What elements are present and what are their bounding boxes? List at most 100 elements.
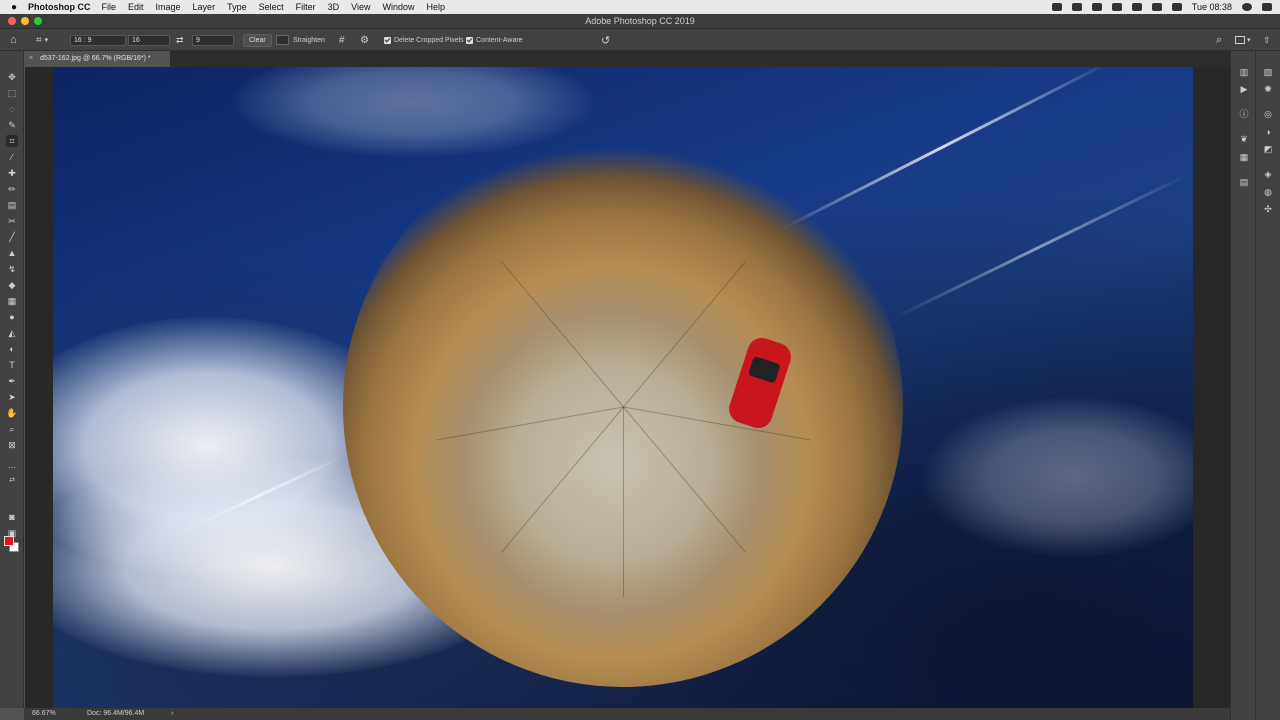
path-selection-tool-icon[interactable]: ➤: [6, 391, 18, 403]
time-machine-icon[interactable]: [1111, 3, 1122, 11]
menubar-clock[interactable]: Tue 08:38: [1192, 2, 1232, 12]
hand-tool-icon[interactable]: ✋: [6, 407, 18, 419]
foreground-color-swatch[interactable]: [4, 536, 14, 546]
paving-line: [623, 261, 747, 408]
close-tab-icon[interactable]: ×: [29, 51, 33, 67]
battery-icon[interactable]: [1171, 3, 1182, 11]
stamp-tool-icon[interactable]: ▲: [6, 247, 18, 259]
history-panel-icon[interactable]: ▥: [1239, 67, 1249, 77]
swap-ratio-button[interactable]: ⇄: [176, 33, 184, 47]
options-bar: ⌂ ⌗ ▾ 16 : 9 16 ⇄ 9 Clear Straighten # ⚙…: [0, 29, 1280, 51]
menu-app-name[interactable]: Photoshop CC: [28, 2, 91, 12]
quick-selection-tool-icon[interactable]: ✎: [6, 119, 18, 131]
smudge-tool-icon[interactable]: ↯: [6, 263, 18, 275]
more-tools-icon[interactable]: …: [6, 459, 18, 471]
type-tool-icon[interactable]: T: [6, 359, 18, 371]
reset-crop-button[interactable]: ↺: [601, 33, 610, 47]
menu-3d[interactable]: 3D: [328, 2, 340, 12]
channels-panel-icon[interactable]: ◍: [1263, 187, 1273, 197]
menu-window[interactable]: Window: [382, 2, 414, 12]
share-button[interactable]: ⇧: [1263, 33, 1271, 47]
menu-help[interactable]: Help: [426, 2, 445, 12]
undo-icon: ↺: [601, 34, 611, 47]
menu-image[interactable]: Image: [156, 2, 181, 12]
info-panel-icon[interactable]: ⓘ: [1239, 109, 1249, 119]
close-window-button[interactable]: [8, 17, 16, 25]
eraser-tool-icon[interactable]: ╱: [6, 231, 18, 243]
move-tool-icon[interactable]: ✥: [6, 71, 18, 83]
menu-type[interactable]: Type: [227, 2, 247, 12]
content-aware-checkbox[interactable]: Content-Aware: [466, 33, 523, 47]
volume-icon[interactable]: [1131, 3, 1142, 11]
gradient-tool-icon[interactable]: ▦: [6, 295, 18, 307]
layers-panel-icon[interactable]: ◈: [1263, 169, 1273, 179]
straighten-button[interactable]: Straighten: [276, 33, 325, 47]
menu-select[interactable]: Select: [259, 2, 284, 12]
menu-layer[interactable]: Layer: [193, 2, 216, 12]
canvas-area[interactable]: [25, 67, 1230, 708]
clone-stamp-tool-icon[interactable]: ▤: [6, 199, 18, 211]
ratio-select[interactable]: 16 : 9: [70, 34, 126, 46]
paving-line: [623, 406, 747, 553]
home-button[interactable]: ⌂: [10, 33, 17, 47]
contrail: [772, 67, 1113, 235]
menu-view[interactable]: View: [351, 2, 370, 12]
frame-tool-icon[interactable]: ⊠: [6, 439, 18, 451]
paths-panel-icon[interactable]: ✣: [1263, 204, 1273, 214]
swatches-panel-icon[interactable]: ▦: [1239, 152, 1249, 162]
overlay-options-button[interactable]: #: [339, 33, 345, 47]
history-brush-tool-icon[interactable]: ✂: [6, 215, 18, 227]
document-tab-bar: × d537-162.jpg @ 66.7% (RGB/16*) *: [24, 51, 1230, 67]
brush-tool-icon[interactable]: ✏: [6, 183, 18, 195]
eraser-icon[interactable]: ◆: [6, 279, 18, 291]
menu-file[interactable]: File: [102, 2, 117, 12]
minimize-window-button[interactable]: [21, 17, 29, 25]
adjustments-panel-icon[interactable]: ✺: [1263, 84, 1273, 94]
document-tab[interactable]: × d537-162.jpg @ 66.7% (RGB/16*) *: [24, 51, 170, 67]
pen-path-tool-icon[interactable]: ✒: [6, 375, 18, 387]
paving-line: [623, 407, 624, 597]
tools-panel: ✥ ⬚ ◌ ✎ ⌗ ⁄ ✚ ✏ ▤ ✂ ╱ ▲ ↯ ◆ ▦ ● ◭ ◐ T ✒ …: [0, 51, 24, 708]
pen-tool-icon[interactable]: ◐: [6, 343, 18, 355]
libraries-panel-icon[interactable]: ◎: [1263, 109, 1273, 119]
siri-icon[interactable]: [1242, 3, 1252, 11]
healing-brush-tool-icon[interactable]: ✚: [6, 167, 18, 179]
color-panel-icon[interactable]: ▨: [1263, 67, 1273, 77]
marquee-tool-icon[interactable]: ⬚: [6, 87, 18, 99]
ratio-height-input[interactable]: 9: [192, 34, 234, 46]
actions-panel-icon[interactable]: ▶: [1239, 84, 1249, 94]
search-button[interactable]: ⌕: [1216, 33, 1222, 47]
delete-cropped-checkbox[interactable]: Delete Cropped Pixels: [384, 33, 464, 47]
crop-preset-picker[interactable]: ⌗ ▾: [36, 33, 48, 47]
dropbox-icon[interactable]: [1051, 3, 1062, 11]
clear-button[interactable]: Clear: [243, 33, 272, 47]
blur-tool-icon[interactable]: ●: [6, 311, 18, 323]
quick-mask-icon[interactable]: ◙: [6, 511, 18, 523]
zoom-level[interactable]: 66.67%: [32, 708, 56, 720]
dodge-tool-icon[interactable]: ◭: [6, 327, 18, 339]
properties-panel-icon[interactable]: ▤: [1239, 177, 1249, 187]
brushes-panel-icon[interactable]: ❦: [1239, 134, 1249, 144]
wifi-icon[interactable]: [1151, 3, 1162, 11]
adjustment-layer-icon[interactable]: ◑: [1263, 127, 1273, 137]
menubar-status-area: Tue 08:38: [1051, 0, 1272, 14]
menu-filter[interactable]: Filter: [296, 2, 316, 12]
apple-icon[interactable]: ●: [0, 2, 28, 13]
document-tab-title: d537-162.jpg @ 66.7% (RGB/16*) *: [40, 55, 151, 62]
crop-settings-button[interactable]: ⚙: [360, 33, 369, 47]
zoom-tool-icon[interactable]: ⌕: [6, 423, 18, 435]
swap-colors-icon[interactable]: ⇄: [6, 475, 18, 487]
crop-tool-icon[interactable]: ⌗: [6, 135, 18, 147]
airplay-icon[interactable]: [1091, 3, 1102, 11]
ratio-width-input[interactable]: 16: [128, 34, 170, 46]
document-image[interactable]: [53, 67, 1193, 708]
creative-cloud-icon[interactable]: [1071, 3, 1082, 11]
status-menu-arrow[interactable]: ›: [171, 708, 173, 720]
lasso-tool-icon[interactable]: ◌: [6, 103, 18, 115]
eyedropper-tool-icon[interactable]: ⁄: [6, 151, 18, 163]
menu-edit[interactable]: Edit: [128, 2, 144, 12]
zoom-window-button[interactable]: [34, 17, 42, 25]
workspace-button[interactable]: ▾: [1235, 33, 1251, 47]
styles-panel-icon[interactable]: ◩: [1263, 144, 1273, 154]
notification-center-icon[interactable]: [1262, 3, 1272, 11]
